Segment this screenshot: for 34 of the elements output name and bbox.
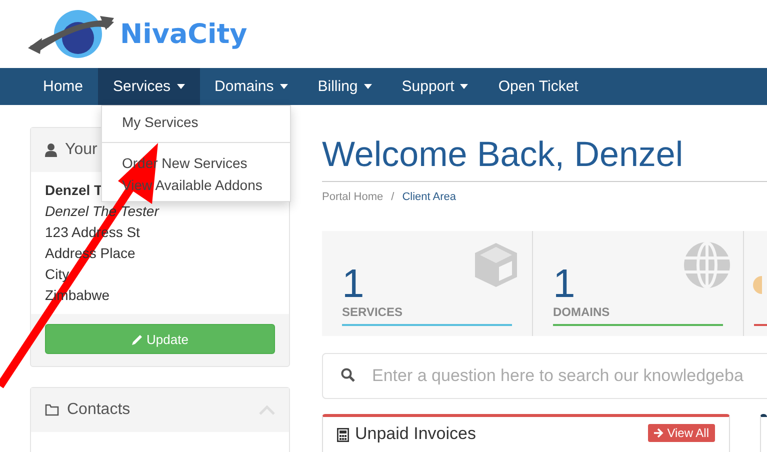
stat-tile[interactable]: 1 DOMAINS xyxy=(533,231,744,336)
nav-item[interactable]: Home xyxy=(28,68,98,105)
cube-icon xyxy=(472,241,520,289)
globe-icon xyxy=(683,241,731,289)
panel-title: Contacts xyxy=(67,401,132,419)
breadcrumb-link[interactable]: Client Area xyxy=(402,191,456,203)
user-icon xyxy=(45,143,57,157)
nav-item[interactable]: Open Ticket xyxy=(483,68,594,105)
nav-item[interactable]: Support xyxy=(386,68,484,105)
arrow-icon xyxy=(654,428,664,438)
stat-count: 1 xyxy=(553,263,576,305)
menu-item[interactable]: View Available Addons xyxy=(122,174,262,196)
breadcrumb-separator: / xyxy=(391,191,394,203)
folder-icon xyxy=(45,404,59,416)
nav-item[interactable]: Domains xyxy=(200,68,303,105)
panel-title: Unpaid Invoices xyxy=(355,424,477,444)
search-field[interactable]: Enter a question here to search our knowledgeba xyxy=(322,353,767,399)
ticket-icon xyxy=(752,275,762,295)
address-line: City xyxy=(45,265,70,284)
nav-item[interactable]: Services xyxy=(98,68,200,105)
pencil-icon xyxy=(132,334,143,344)
stat-count: 1 xyxy=(342,263,366,305)
stat-label: DOMAINS xyxy=(553,305,723,326)
stat-tile[interactable]: 1 SERVICES xyxy=(322,231,533,336)
page-heading: Welcome Back, Denzel xyxy=(322,135,767,182)
view-all-button[interactable]: View All xyxy=(648,424,715,442)
globe-logo-icon xyxy=(28,8,116,60)
breadcrumb-link[interactable]: Portal Home xyxy=(322,191,384,203)
panel-title: Your xyxy=(65,141,98,159)
search-icon xyxy=(341,368,355,382)
menu-item[interactable]: My Services xyxy=(122,111,198,133)
calculator-icon xyxy=(337,428,349,442)
nav-item[interactable]: Billing xyxy=(302,68,387,105)
stat-label: SERVICES xyxy=(342,305,512,326)
